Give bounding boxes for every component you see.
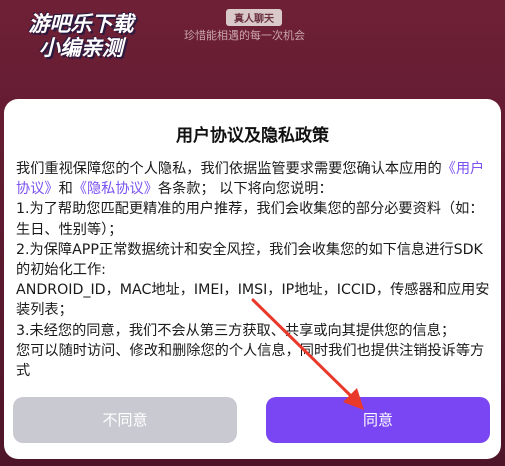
watermark-line-1: 游吧乐下载 [28,12,134,36]
agree-button[interactable]: 同意 [266,397,490,443]
intro-paragraph: 我们重视保障您的个人隐私，我们依据监管要求需要您确认本应用的《用户协议》和《隐私… [16,159,492,199]
intro-and-text: 和 [58,181,73,198]
privacy-agreement-link[interactable]: 《隐私协议》 [73,181,158,197]
intro-tail-text: 各条款； 以下将向您说明： [157,181,333,198]
policy-item-2: 2.为保障APP正常数据统计和安全风控，我们会收集您的如下信息进行SDK的初始化… [16,241,483,279]
intro-text: 我们重视保障您的个人隐私，我们依据监管要求需要您确认本应用的 [16,161,442,177]
disagree-button[interactable]: 不同意 [13,397,237,443]
policy-closing: 您可以随时访问、修改和删除您的个人信息，同时我们也提供注销投诉等方式 [16,342,485,380]
policy-item-1: 1.为了帮助您匹配更精准的用户推荐，我们会收集您的部分必要资料（如：生日、性别等… [16,201,484,238]
privacy-dialog: 用户协议及隐私政策 我们重视保障您的个人隐私，我们依据监管要求需要您确认本应用的… [4,99,501,459]
dialog-title: 用户协议及隐私政策 [176,126,329,146]
dialog-content: 我们重视保障您的个人隐私，我们依据监管要求需要您确认本应用的《用户协议》和《隐私… [16,159,492,381]
watermark-line-2: 小编亲测 [39,36,123,60]
policy-item-2-detail: ANDROID_ID，MAC地址，IMEI，IMSI，IP地址，ICCID，传感… [16,282,490,319]
policy-item-3: 3.未经您的同意，我们不会从第三方获取、共享或向其提供您的信息； [16,322,456,339]
watermark-logo: 游吧乐下载 小编亲测 [6,12,156,60]
app-slogan: 珍惜能相遇的每一次机会 [184,29,305,42]
app-badge: 真人聊天 [226,9,282,26]
